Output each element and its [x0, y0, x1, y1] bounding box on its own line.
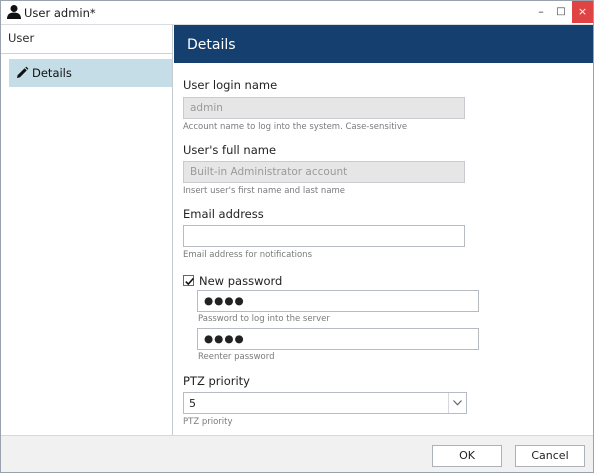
password-field[interactable]: ●●●●	[197, 290, 479, 312]
reenter-password-hint: Reenter password	[198, 352, 275, 362]
sidebar-item-details[interactable]: Details	[9, 59, 172, 87]
panel-title: Details	[187, 37, 236, 53]
dialog-footer: OK Cancel	[1, 435, 593, 472]
email-hint: Email address for notifications	[183, 250, 312, 260]
login-name-hint: Account name to log into the system. Cas…	[183, 122, 408, 132]
sidebar-title: User	[8, 31, 35, 45]
title-bar: User admin* – □ ×	[1, 1, 593, 25]
ptz-priority-value: 5	[189, 397, 196, 410]
user-icon	[6, 4, 22, 20]
user-dialog-window: User admin* – □ × User Details Details U…	[0, 0, 594, 473]
panel-header: Details	[174, 25, 593, 63]
pencil-icon	[15, 66, 29, 80]
login-name-label: User login name	[183, 78, 278, 92]
login-name-field[interactable]: admin	[183, 97, 465, 119]
sidebar-item-label: Details	[32, 66, 72, 80]
email-label: Email address	[183, 207, 264, 221]
chevron-down-icon	[453, 400, 462, 406]
full-name-label: User's full name	[183, 143, 277, 157]
new-password-checkbox[interactable]	[183, 275, 194, 286]
dropdown-arrow[interactable]	[448, 393, 466, 413]
sidebar-divider	[1, 53, 172, 54]
ptz-priority-select[interactable]: 5	[183, 392, 467, 414]
password-hint: Password to log into the server	[198, 314, 330, 324]
ptz-priority-label: PTZ priority	[183, 374, 250, 388]
reenter-password-field[interactable]: ●●●●	[197, 328, 479, 350]
details-panel: Details User login name admin Account na…	[174, 25, 593, 435]
window-title: User admin*	[24, 6, 96, 20]
close-button[interactable]: ×	[572, 1, 593, 23]
sidebar: User Details	[1, 25, 173, 435]
maximize-button[interactable]: □	[552, 1, 570, 23]
ok-button[interactable]: OK	[432, 445, 502, 467]
ptz-priority-hint: PTZ priority	[183, 417, 233, 427]
checkmark-icon	[185, 277, 194, 286]
minimize-button[interactable]: –	[532, 1, 550, 23]
new-password-label: New password	[199, 274, 283, 288]
full-name-field[interactable]: Built-in Administrator account	[183, 161, 465, 183]
full-name-hint: Insert user's first name and last name	[183, 186, 346, 196]
cancel-button[interactable]: Cancel	[515, 445, 585, 467]
email-field[interactable]	[183, 225, 465, 247]
